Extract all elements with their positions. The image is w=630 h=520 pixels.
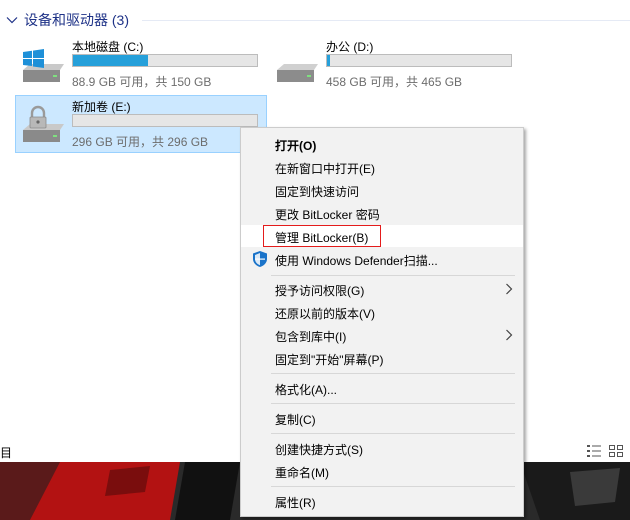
- menu-item-label: 包含到库中(I): [275, 330, 347, 344]
- menu-item-format[interactable]: 格式化(A)...: [241, 377, 523, 399]
- bitlocker-drive-icon: [23, 105, 64, 142]
- menu-item-properties[interactable]: 属性(R): [241, 490, 523, 512]
- menu-item-label: 打开(O): [275, 139, 317, 153]
- menu-item-pin-to-start[interactable]: 固定到"开始"屏幕(P): [241, 347, 523, 369]
- view-switcher: [586, 444, 624, 458]
- menu-separator: [271, 486, 515, 487]
- hard-drive-icon: [277, 64, 318, 82]
- menu-separator: [271, 403, 515, 404]
- menu-item-label: 属性(R): [275, 496, 316, 510]
- drive-name: 新加卷 (E:): [72, 100, 131, 114]
- drive-name: 办公 (D:): [326, 40, 374, 54]
- menu-item-label: 格式化(A)...: [275, 383, 337, 397]
- defender-shield-icon: [253, 251, 267, 267]
- menu-item-open[interactable]: 打开(O): [241, 133, 523, 155]
- usage-bar: [72, 114, 258, 127]
- context-menu: 打开(O) 在新窗口中打开(E) 固定到快速访问 更改 BitLocker 密码…: [240, 127, 524, 517]
- usage-bar-fill: [327, 55, 330, 66]
- menu-item-change-bitlocker-password[interactable]: 更改 BitLocker 密码: [241, 202, 523, 224]
- menu-separator: [271, 275, 515, 276]
- drive-tile-d[interactable]: 办公 (D:) 458 GB 可用，共 465 GB: [270, 36, 520, 92]
- menu-item-label: 创建快捷方式(S): [275, 443, 363, 457]
- menu-item-defender-scan[interactable]: 使用 Windows Defender扫描...: [241, 248, 523, 270]
- menu-item-open-new-window[interactable]: 在新窗口中打开(E): [241, 156, 523, 178]
- menu-item-label: 授予访问权限(G): [275, 284, 365, 298]
- windows-drive-icon: [23, 49, 64, 82]
- drive-name: 本地磁盘 (C:): [72, 40, 144, 54]
- menu-item-restore-previous-versions[interactable]: 还原以前的版本(V): [241, 301, 523, 323]
- section-title: 设备和驱动器 (3): [24, 12, 129, 28]
- menu-item-copy[interactable]: 复制(C): [241, 407, 523, 429]
- section-divider: [142, 20, 630, 21]
- menu-item-label: 重命名(M): [275, 466, 329, 480]
- large-icons-view-icon[interactable]: [608, 444, 624, 458]
- usage-bar-fill: [73, 55, 149, 66]
- menu-item-label: 更改 BitLocker 密码: [275, 208, 380, 222]
- drive-capacity: 458 GB 可用，共 465 GB: [326, 75, 463, 89]
- drive-tile-e[interactable]: 新加卷 (E:) 296 GB 可用，共 296 GB: [15, 95, 267, 153]
- menu-item-rename[interactable]: 重命名(M): [241, 460, 523, 482]
- menu-item-include-in-library[interactable]: 包含到库中(I): [241, 324, 523, 346]
- menu-item-label: 固定到"开始"屏幕(P): [275, 353, 384, 367]
- drive-tile-c[interactable]: 本地磁盘 (C:) 88.9 GB 可用，共 150 GB: [16, 36, 266, 92]
- section-header-devices[interactable]: 设备和驱动器 (3): [6, 10, 129, 30]
- menu-item-grant-access[interactable]: 授予访问权限(G): [241, 278, 523, 300]
- drive-capacity: 88.9 GB 可用，共 150 GB: [72, 75, 212, 89]
- usage-bar: [72, 54, 258, 67]
- menu-separator: [271, 373, 515, 374]
- chevron-right-icon: [506, 329, 513, 341]
- usage-bar: [326, 54, 512, 67]
- menu-item-label: 还原以前的版本(V): [275, 307, 375, 321]
- menu-item-pin-quick-access[interactable]: 固定到快速访问: [241, 179, 523, 201]
- menu-separator: [271, 433, 515, 434]
- menu-item-label: 在新窗口中打开(E): [275, 162, 375, 176]
- chevron-down-icon: [6, 17, 18, 24]
- highlight-box: [263, 225, 381, 247]
- status-bar-text: 目: [0, 446, 13, 460]
- chevron-right-icon: [506, 283, 513, 295]
- details-view-icon[interactable]: [586, 444, 602, 458]
- menu-item-create-shortcut[interactable]: 创建快捷方式(S): [241, 437, 523, 459]
- menu-item-label: 固定到快速访问: [275, 185, 360, 199]
- menu-item-label: 使用 Windows Defender扫描...: [275, 254, 438, 268]
- drive-capacity: 296 GB 可用，共 296 GB: [72, 135, 209, 149]
- menu-item-label: 复制(C): [275, 413, 316, 427]
